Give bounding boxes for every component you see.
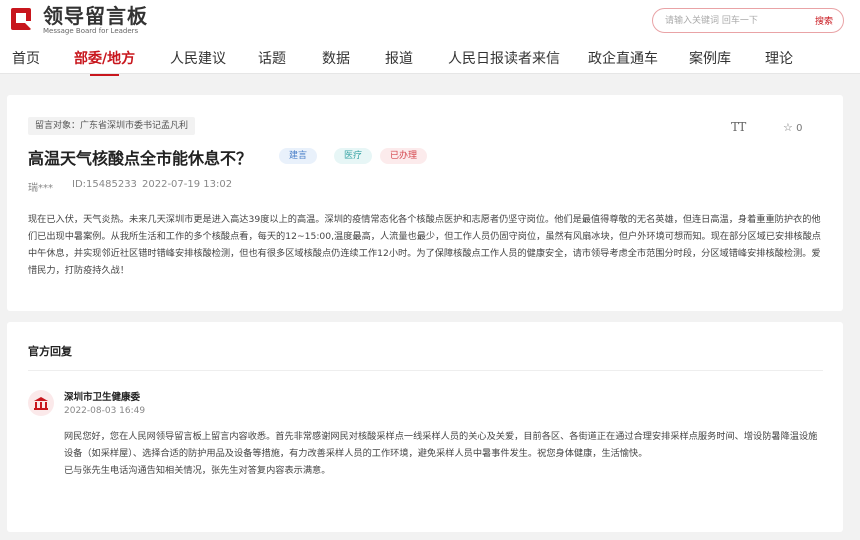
favorite-button[interactable]: ☆ 0 xyxy=(783,121,802,134)
nav-item-reports[interactable]: 报道 xyxy=(385,48,413,68)
favorite-count: 0 xyxy=(796,123,803,134)
replier-name: 深圳市卫生健康委 xyxy=(64,392,141,403)
nav-item-theory[interactable]: 理论 xyxy=(765,48,793,68)
logo-title: 领导留言板 xyxy=(43,3,148,28)
font-size-toggle-icon[interactable]: TT xyxy=(731,120,746,134)
reply-body: 网民您好，您在人民网领导留言板上留言内容收悉。首先非常感谢网民对核酸采样点一线采… xyxy=(64,428,824,479)
logo-icon xyxy=(9,7,39,33)
nav-item-home[interactable]: 首页 xyxy=(12,48,40,68)
reply-paragraph: 网民您好，您在人民网领导留言板上留言内容收悉。首先非常感谢网民对核酸采样点一线采… xyxy=(64,431,818,459)
logo-subtitle: Message Board for Leaders xyxy=(43,26,139,35)
nav-item-ministries-local[interactable]: 部委/地方 xyxy=(74,48,135,76)
message-id: ID:15485233 xyxy=(72,179,137,190)
message-date: 2022-07-19 13:02 xyxy=(142,179,233,190)
search-input[interactable] xyxy=(665,13,795,29)
section-title: 官方回复 xyxy=(28,345,72,358)
message-title: 高温天气核酸点全市能休息不？ xyxy=(28,149,253,168)
nav-item-gov-enterprise[interactable]: 政企直通车 xyxy=(588,48,658,68)
nav-item-topics[interactable]: 话题 xyxy=(258,48,286,68)
nav-item-readers-letters[interactable]: 人民日报读者来信 xyxy=(448,48,560,68)
divider xyxy=(28,370,823,371)
tag-suggestion: 建言 xyxy=(279,148,318,164)
avatar xyxy=(28,390,54,416)
reply-paragraph: 已与张先生电话沟通告知相关情况，张先生对答复内容表示满意。 xyxy=(64,465,331,476)
nav-item-data[interactable]: 数据 xyxy=(322,48,350,68)
star-icon: ☆ xyxy=(783,121,793,134)
message-body: 现在已入伏，天气炎热。未来几天深圳市更是进入高达39度以上的高温。深圳的疫情常态… xyxy=(28,214,821,276)
nav-item-people-suggestions[interactable]: 人民建议 xyxy=(170,48,226,68)
site-logo[interactable]: 领导留言板 Message Board for Leaders xyxy=(9,5,148,35)
tag-medical: 医疗 xyxy=(334,148,373,164)
government-building-icon xyxy=(34,396,48,410)
reply-time: 2022-08-03 16:49 xyxy=(64,406,146,416)
top-bar: 领导留言板 Message Board for Leaders 搜索 xyxy=(0,0,860,42)
search-button[interactable]: 搜索 xyxy=(815,14,833,27)
nav-item-case-library[interactable]: 案例库 xyxy=(689,48,731,68)
official-reply-card: 官方回复 深圳市卫生健康委 2022-08-03 16:49 网民您好，您在人民… xyxy=(7,322,843,532)
main-nav: 首页 部委/地方 人民建议 话题 数据 报道 人民日报读者来信 政企直通车 案例… xyxy=(0,42,860,76)
status-badge: 已办理 xyxy=(380,148,428,164)
message-author: 瑞*** xyxy=(28,183,53,194)
search-box: 搜索 xyxy=(652,8,844,33)
message-card: 留言对象：广东省深圳市委书记孟凡利 TT ☆ 0 高温天气核酸点全市能休息不？ … xyxy=(7,95,843,311)
message-target: 留言对象：广东省深圳市委书记孟凡利 xyxy=(28,117,196,135)
